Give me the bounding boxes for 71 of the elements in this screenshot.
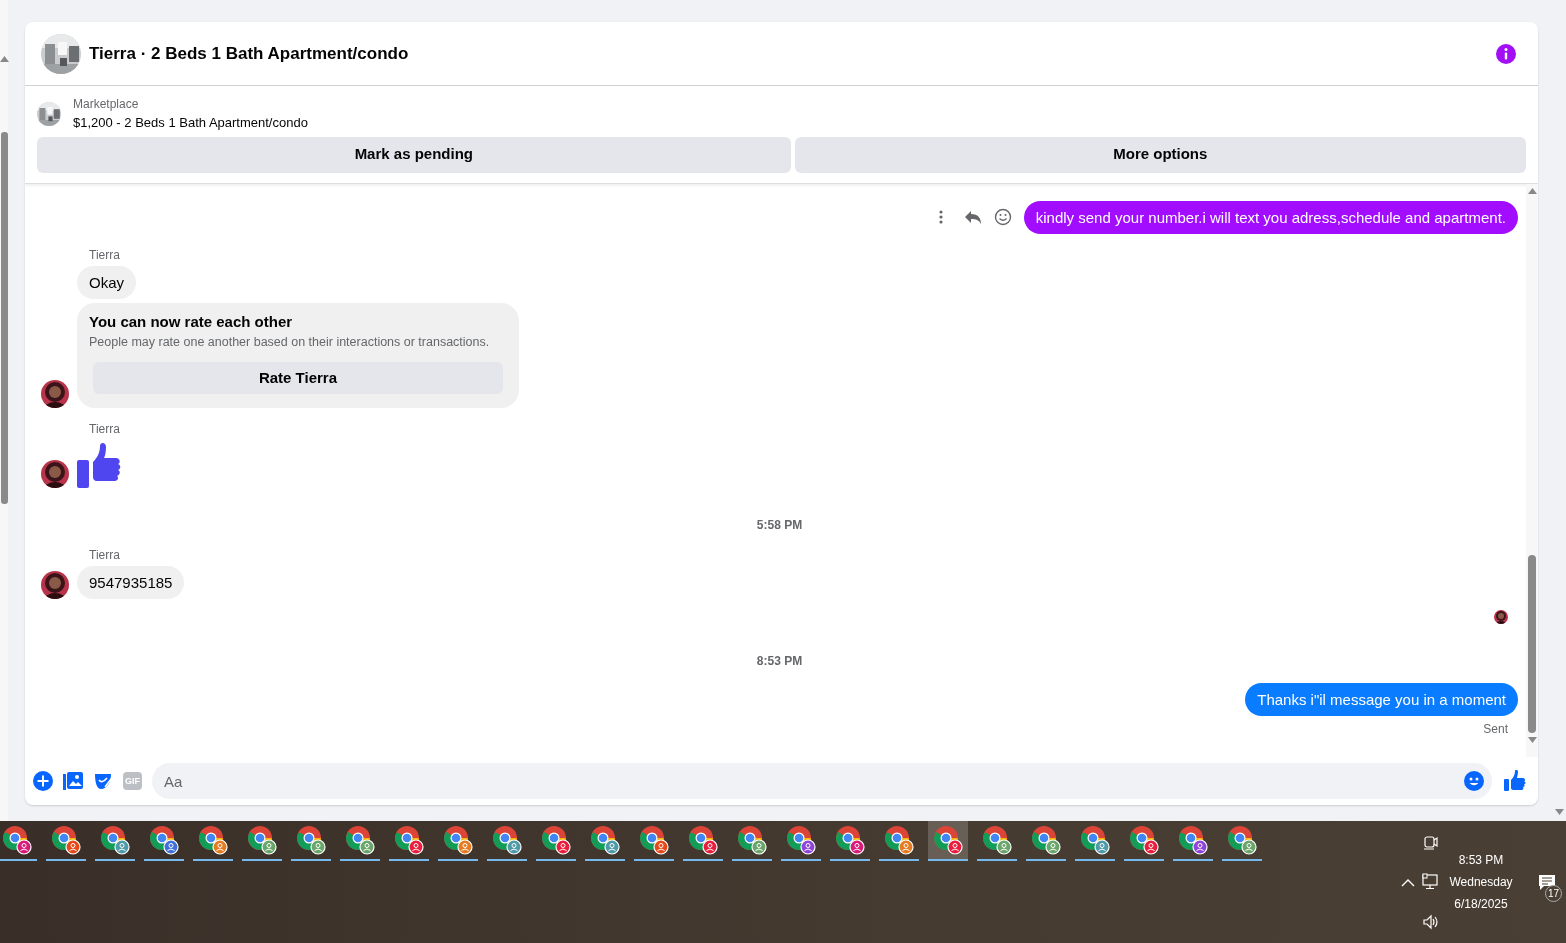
listing-summary: $1,200 - 2 Beds 1 Bath Apartment/condo (73, 114, 308, 132)
listing-source: Marketplace (73, 96, 140, 113)
scroll-down-arrow[interactable] (1527, 737, 1537, 743)
info-icon[interactable] (1495, 42, 1517, 65)
timestamp: 8:53 PM (755, 652, 804, 670)
rating-description: People may rate one another based on their interactions or transactions. (89, 334, 491, 351)
emoji-icon[interactable] (1464, 771, 1484, 791)
mark-pending-button[interactable]: Mark as pending (37, 136, 791, 173)
browser-icon (1178, 825, 1208, 855)
browser-icon (1031, 825, 1061, 855)
message-bubble: kindly send your number.i will text you adress,schedule and apartment. (1023, 200, 1518, 234)
sender-name: Tierra (89, 420, 120, 438)
browser-icon (1227, 825, 1257, 855)
browser-icon (737, 825, 767, 855)
network-icon[interactable] (1422, 873, 1440, 891)
camera-icon[interactable] (1422, 833, 1440, 851)
avatar (1494, 609, 1508, 624)
browser-icon (247, 825, 277, 855)
browser-icon (884, 825, 914, 855)
clock-date: 6/18/2025 (1454, 896, 1508, 913)
browser-icon (835, 825, 865, 855)
browser-icon (100, 825, 130, 855)
timestamp: 5:58 PM (755, 516, 804, 534)
avatar (41, 379, 69, 408)
taskbar-button[interactable] (928, 821, 968, 861)
image-icon[interactable] (63, 771, 83, 791)
scroll-up-arrow[interactable] (1527, 187, 1537, 194)
volume-icon[interactable] (1422, 913, 1440, 931)
scroll-up-arrow[interactable] (0, 56, 9, 62)
avatar (41, 570, 69, 599)
browser-icon (639, 825, 669, 855)
rating-title: You can now rate each other (89, 311, 294, 332)
message-bubble: Thanks i"il message you in a moment (1245, 682, 1518, 716)
message-status: Sent (1483, 721, 1508, 736)
emoji-icon[interactable] (993, 208, 1012, 226)
clock-day: Wednesday (1449, 871, 1513, 893)
browser-icon (590, 825, 620, 855)
message-bubble: Okay (77, 265, 136, 299)
scrollbar-thumb[interactable] (0, 132, 8, 504)
avatar (41, 459, 69, 488)
browser-icon (149, 825, 179, 855)
browser-icon (688, 825, 718, 855)
notification-count: 17 (1545, 885, 1562, 902)
browser-icon (1080, 825, 1110, 855)
like-icon[interactable] (1504, 770, 1526, 792)
browser-icon (345, 825, 375, 855)
browser-icon (492, 825, 522, 855)
browser-icon (933, 825, 963, 855)
rate-button[interactable]: Rate Tierra (93, 361, 503, 394)
browser-icon (394, 825, 424, 855)
add-icon[interactable] (33, 771, 53, 791)
browser-icon (443, 825, 473, 855)
more-icon[interactable] (937, 209, 944, 225)
browser-icon (198, 825, 228, 855)
browser-icon (296, 825, 326, 855)
browser-icon (1129, 825, 1159, 855)
message-field[interactable]: Aa (152, 763, 1492, 799)
more-options-button[interactable]: More options (794, 136, 1526, 173)
browser-icon (982, 825, 1012, 855)
scrollbar-thumb[interactable] (1528, 555, 1536, 733)
conversation-title: Tierra · 2 Beds 1 Bath Apartment/condo (89, 42, 409, 65)
message-bubble: 9547935185 (77, 565, 185, 599)
browser-icon (786, 825, 816, 855)
sender-name: Tierra (89, 546, 120, 564)
sender-name: Tierra (89, 246, 120, 264)
browser-icon (51, 825, 81, 855)
browser-icon (2, 825, 32, 855)
clock-time: 8:53 PM (1458, 852, 1504, 869)
browser-icon (541, 825, 571, 855)
scroll-down-arrow[interactable] (1555, 809, 1564, 815)
sticker-icon[interactable] (93, 771, 113, 791)
